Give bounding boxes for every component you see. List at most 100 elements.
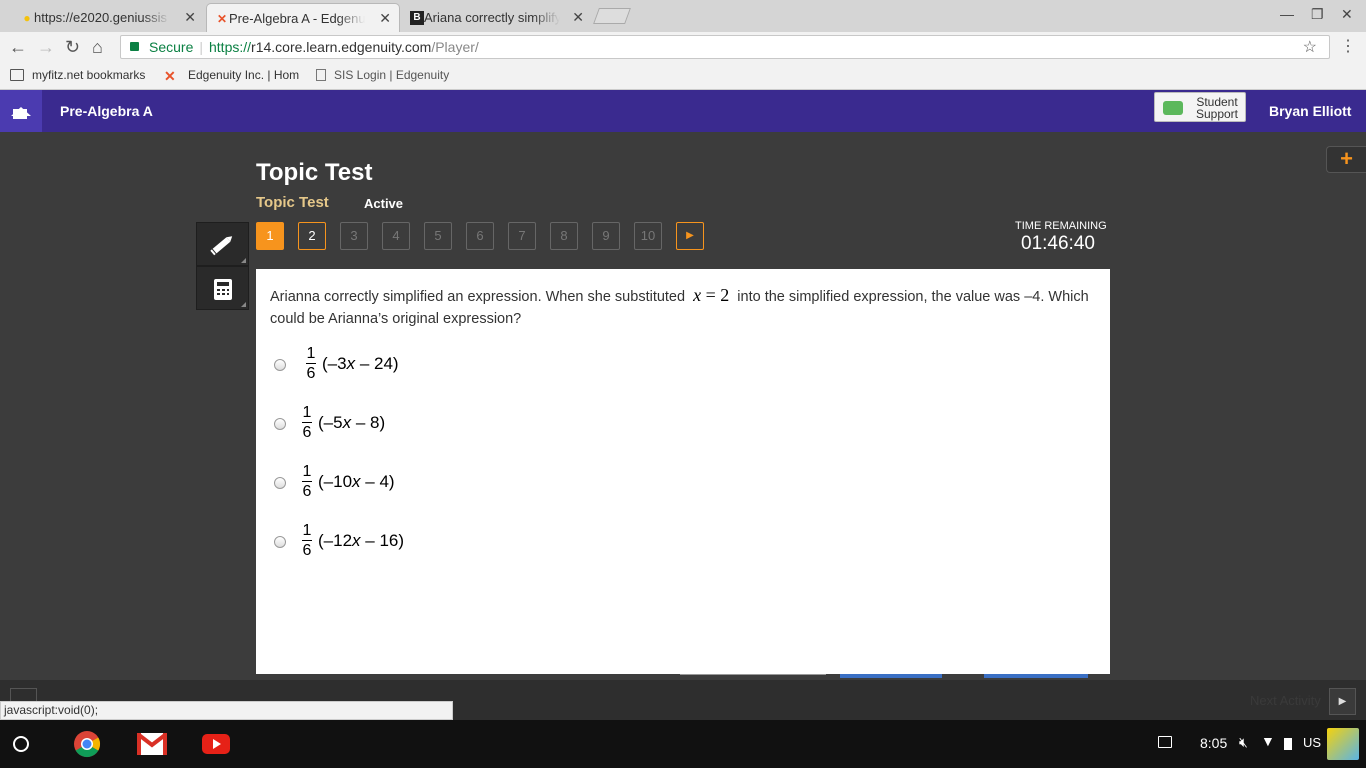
page-title: Topic Test xyxy=(256,159,373,186)
answer-option[interactable]: 16 (–10x – 4) xyxy=(274,463,574,503)
bookmark-sis-login[interactable]: SIS Login | Edgenuity xyxy=(316,68,449,82)
window-close-icon[interactable]: ✕ xyxy=(1341,6,1353,23)
wifi-icon: ▼ xyxy=(1261,733,1275,749)
minimize-icon[interactable]: — xyxy=(1280,6,1294,22)
link-status-bubble: javascript:void(0); xyxy=(0,701,453,720)
forward-icon[interactable]: → xyxy=(37,36,55,58)
radio-button[interactable] xyxy=(274,477,286,489)
answer-option[interactable]: 16 (–5x – 8) xyxy=(274,404,574,444)
close-icon[interactable]: ✕ xyxy=(379,10,391,27)
question-nav-9[interactable]: 9 xyxy=(592,222,620,250)
clock-time: 8:05 xyxy=(1200,735,1228,751)
inline-math: x = 2 xyxy=(693,285,730,305)
close-icon[interactable]: ✕ xyxy=(572,9,584,26)
tab-title: Pre-Algebra A - Edgenuity xyxy=(229,10,365,26)
gmail-app-button[interactable] xyxy=(137,733,167,761)
option-expression: (–12x – 16) xyxy=(318,531,405,550)
option-expression: (–3x – 24) xyxy=(322,354,399,373)
answer-option[interactable]: 16 (–3x – 24) xyxy=(274,345,574,385)
status-label: Active xyxy=(364,196,404,211)
question-nav-5[interactable]: 5 xyxy=(424,222,452,250)
question-nav-6[interactable]: 6 xyxy=(466,222,494,250)
image-icon xyxy=(1158,736,1172,748)
option-expression: (–10x – 4) xyxy=(318,472,395,491)
close-icon[interactable]: ✕ xyxy=(184,9,196,26)
launcher-button[interactable] xyxy=(10,733,32,755)
browser-tab-strip: ● https://e2020.geniussis ✕ ✕ Pre-Algebr… xyxy=(0,0,1366,32)
bookmarks-bar: myfitz.net bookmarks ✕ Edgenuity Inc. | H… xyxy=(0,62,1366,90)
os-shelf: 8:05 🔇︎ ▼ US xyxy=(0,720,1366,768)
radio-button[interactable] xyxy=(274,536,286,548)
fraction: 16 xyxy=(306,345,316,382)
fraction: 16 xyxy=(302,404,312,441)
bulb-icon: ● xyxy=(23,11,31,25)
new-tab-button[interactable] xyxy=(593,8,631,24)
question-nav-10[interactable]: 10 xyxy=(634,222,662,250)
restore-icon[interactable]: ❐ xyxy=(1311,6,1324,23)
tab-title: Ariana correctly simplify xyxy=(424,10,560,25)
radio-button[interactable] xyxy=(274,359,286,371)
question-nav-7[interactable]: 7 xyxy=(508,222,536,250)
page-subtitle: Topic Test xyxy=(256,194,329,211)
url-host: r14.core.learn.edgenuity.com xyxy=(251,39,432,55)
play-right-icon: ▶ xyxy=(1338,696,1347,707)
play-right-icon: ▶ xyxy=(686,230,694,241)
chat-bubble-icon xyxy=(1163,101,1183,115)
url-path: /Player/ xyxy=(431,39,479,55)
battery-icon xyxy=(1284,738,1292,750)
pencil-tool-button[interactable] xyxy=(196,222,249,266)
avatar xyxy=(1327,728,1359,760)
question-text: Arianna correctly simplified an expressi… xyxy=(270,285,1089,327)
tab-title: https://e2020.geniussis xyxy=(34,10,167,25)
question-nav-1[interactable]: 1 xyxy=(256,222,284,250)
course-title[interactable]: Pre-Algebra A xyxy=(60,103,153,119)
browser-toolbar: ← → ↻ ⌂ Secure | https://r14.core.learn.ed… xyxy=(0,32,1366,62)
address-bar[interactable]: Secure | https://r14.core.learn.edgenuity.… xyxy=(120,35,1330,59)
option-expression: (–5x – 8) xyxy=(318,413,386,432)
tab-brainly[interactable]: B Ariana correctly simplify ✕ xyxy=(402,3,592,32)
student-support-button[interactable]: Student Support xyxy=(1154,92,1246,122)
secure-label: Secure xyxy=(149,39,194,55)
browser-menu-icon[interactable]: ⋮ xyxy=(1340,36,1356,56)
tab-edgenuity[interactable]: ✕ Pre-Algebra A - Edgenuity ✕ xyxy=(206,3,400,32)
question-nav-2[interactable]: 2 xyxy=(298,222,326,250)
chrome-app-button[interactable] xyxy=(72,730,102,758)
time-remaining-value: 01:46:40 xyxy=(1021,233,1095,254)
bookmark-star-icon[interactable]: ☆ xyxy=(1303,37,1317,59)
footer-button-edge xyxy=(984,674,1088,678)
bookmark-edgenuity[interactable]: ✕ Edgenuity Inc. | Hom xyxy=(164,68,299,84)
home-button[interactable] xyxy=(0,90,42,132)
youtube-icon xyxy=(202,734,230,754)
next-activity-button[interactable]: ▶ xyxy=(1329,688,1356,715)
footer-button-edge xyxy=(840,674,942,678)
home-icon[interactable]: ⌂ xyxy=(92,36,103,58)
time-remaining-label: TIME REMAINING xyxy=(1015,220,1107,232)
next-question-button[interactable]: ▶ xyxy=(676,222,704,250)
footer-button-edge xyxy=(680,674,826,678)
calculator-tool-button[interactable] xyxy=(196,266,249,310)
back-icon[interactable]: ← xyxy=(9,36,27,58)
user-name[interactable]: Bryan Elliott xyxy=(1269,103,1351,119)
question-panel: Arianna correctly simplified an expressi… xyxy=(256,269,1110,678)
mute-icon: 🔇︎ xyxy=(1239,734,1248,750)
tab-geniussis[interactable]: ● https://e2020.geniussis ✕ xyxy=(12,3,204,32)
youtube-app-button[interactable] xyxy=(202,734,232,762)
question-nav-8[interactable]: 8 xyxy=(550,222,578,250)
fraction: 16 xyxy=(302,463,312,500)
activity-footer: Next Activity ▶ javascript:void(0); xyxy=(0,680,1366,720)
lock-icon xyxy=(130,42,139,51)
chrome-icon xyxy=(74,731,101,758)
bookmark-folder[interactable]: myfitz.net bookmarks xyxy=(10,68,145,82)
previous-activity-button[interactable] xyxy=(10,688,37,702)
question-nav-4[interactable]: 4 xyxy=(382,222,410,250)
edgenuity-x-icon: ✕ xyxy=(164,68,176,84)
launcher-circle-icon xyxy=(13,736,29,752)
page-icon xyxy=(316,69,326,81)
next-activity-label[interactable]: Next Activity xyxy=(1250,693,1321,708)
app-header: Pre-Algebra A Student Support Bryan Elli… xyxy=(0,90,1366,132)
expand-plus-button[interactable]: + xyxy=(1326,146,1366,173)
reload-icon[interactable]: ↻ xyxy=(65,36,80,58)
question-nav-3[interactable]: 3 xyxy=(340,222,368,250)
answer-option[interactable]: 16 (–12x – 16) xyxy=(274,522,574,562)
radio-button[interactable] xyxy=(274,418,286,430)
